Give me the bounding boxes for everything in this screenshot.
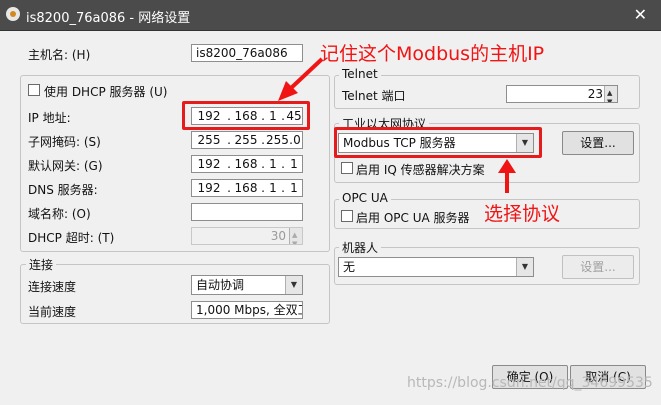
protocol-annotation-arrow [498,159,516,193]
network-settings-dialog: 主机名: (H) is8200_76a086 使用 DHCP 服务器 (U) I… [0,30,661,405]
telnet-port-label: Telnet 端口 [342,89,406,103]
domain-name-input[interactable] [191,203,303,221]
link-speed-label: 连接速度 [28,280,77,294]
telnet-port-spinner[interactable] [604,86,617,102]
default-gateway-input[interactable]: 192 . 168 . 1 . 1 [191,155,303,173]
default-gateway-label: 默认网关: (G) [28,159,103,173]
dhcp-timeout-input[interactable]: 30 [191,227,303,245]
dns-server-input[interactable]: 192 . 168 . 1 . 1 [191,179,303,197]
iq-sensor-label: 启用 IQ 传感器解决方案 [356,163,485,177]
connection-group-title: 连接 [26,256,57,273]
current-speed-value: 1,000 Mbps, 全双工 [191,301,303,319]
ip-address-label: IP 地址: [28,111,71,125]
protocol-settings-button[interactable]: 设置... [562,131,634,155]
chevron-down-icon: ▼ [516,258,533,276]
ip-annotation-text: 记住这个Modbus的主机IP [320,43,545,65]
app-icon [6,7,20,21]
telnet-group-title: Telnet [339,67,381,81]
dhcp-checkbox[interactable] [28,84,40,96]
subnet-mask-input[interactable]: 255 . 255 . 255 . 0 [191,131,303,149]
protocol-highlight-box [334,127,542,158]
watermark-text: https://blog.csdn.net/qq_34699535 [407,375,653,391]
host-name-label: 主机名: (H) [28,48,91,62]
domain-name-label: 域名称: (O) [28,207,91,221]
robot-group-title: 机器人 [339,239,382,256]
telnet-port-input[interactable]: 23 [506,85,618,103]
opcua-group-title: OPC UA [339,191,391,205]
dhcp-checkbox-label: 使用 DHCP 服务器 (U) [44,85,168,99]
window-title: is8200_76a086 - 网络设置 [26,11,191,26]
opcua-enable-label: 启用 OPC UA 服务器 [356,211,470,225]
chevron-down-icon: ▼ [285,276,302,294]
title-bar: is8200_76a086 - 网络设置 ✕ [0,0,661,30]
link-speed-select[interactable]: 自动协调 ▼ [191,275,303,295]
robot-settings-button[interactable]: 设置... [562,255,634,279]
iq-sensor-checkbox[interactable] [341,162,353,174]
current-speed-label: 当前速度 [28,305,77,319]
dns-server-label: DNS 服务器: [28,183,98,197]
robot-select[interactable]: 无 ▼ [338,257,534,277]
protocol-annotation-text: 选择协议 [484,203,561,225]
opcua-checkbox[interactable] [341,210,353,222]
dhcp-timeout-spinner[interactable] [289,228,302,244]
close-icon[interactable]: ✕ [634,5,647,24]
subnet-mask-label: 子网掩码: (S) [28,135,101,149]
dhcp-timeout-label: DHCP 超时: (T) [28,231,115,245]
